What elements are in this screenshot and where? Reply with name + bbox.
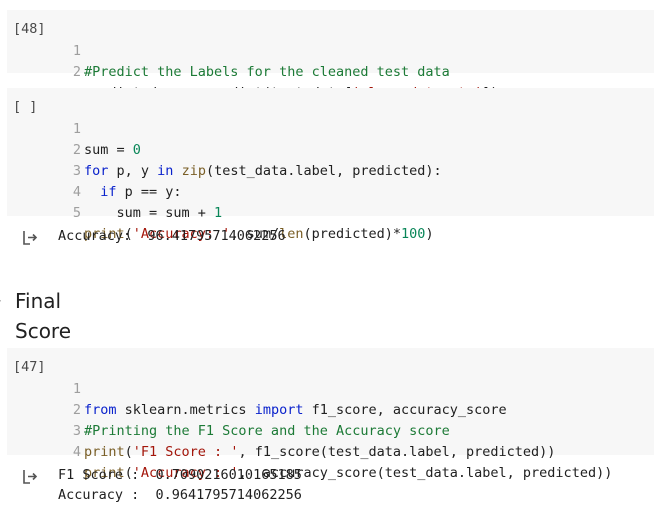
line-number: 2	[72, 64, 81, 80]
code-cell-47[interactable]: [47] 1 from sklearn.metrics import f1_sc…	[7, 348, 654, 481]
code-text: #Predict the Labels for the cleaned test…	[84, 64, 450, 80]
code-text: from sklearn.metrics import f1_score, ac…	[84, 402, 507, 418]
output-arrow-icon[interactable]	[21, 468, 39, 486]
code-line: 2 #Printing the F1 Score and the Accurac…	[7, 379, 450, 439]
code-text: sum = 0	[84, 142, 141, 158]
output-arrow-icon[interactable]	[21, 229, 39, 247]
code-line: 1 from sklearn.metrics import f1_score, …	[7, 358, 507, 418]
line-number: 2	[72, 142, 81, 158]
code-line: 1 #Predict the Labels for the cleaned te…	[7, 20, 450, 80]
output-text: F1 Score : 0.7090216010165185	[58, 467, 302, 483]
line-number: 4	[72, 444, 81, 460]
code-line: 3 print('F1 Score : ', f1_score(test_dat…	[7, 400, 556, 460]
code-line: 2 for p, y in zip(test_data.label, predi…	[7, 119, 442, 179]
code-text: for p, y in zip(test_data.label, predict…	[84, 163, 442, 179]
code-cell-48[interactable]: [48] 1 #Predict the Labels for the clean…	[7, 10, 654, 101]
line-number: 3	[72, 163, 81, 179]
cell-output: F1 Score : 0.7090216010165185 Accuracy :…	[0, 464, 654, 507]
line-number: 1	[72, 381, 81, 397]
code-text: print('F1 Score : ', f1_score(test_data.…	[84, 444, 556, 460]
line-number: 4	[72, 184, 81, 200]
chevron-left-icon[interactable]: ›	[0, 286, 4, 316]
code-line: 5 print('Accuracy: ', sum/len(predicted)…	[7, 182, 434, 242]
code-line: 4 sum = sum + 1	[7, 161, 222, 221]
code-line: 1 sum = 0	[7, 98, 141, 158]
line-number: 1	[72, 43, 81, 59]
code-text: if p == y:	[100, 184, 182, 200]
output-text: Accuracy : 0.9641795714062256	[58, 487, 302, 503]
code-line: 4 print('Accuracy : ', accuracy_score(te…	[7, 421, 612, 481]
code-line: 2 predicted = gs.predict(test_data['clea…	[7, 41, 499, 101]
code-text: #Printing the F1 Score and the Accuracy …	[84, 423, 450, 439]
code-text: sum = sum + 1	[84, 205, 223, 221]
code-cell-accuracy[interactable]: [ ] 1 sum = 0 2 for p, y in zip(test_dat…	[7, 88, 654, 242]
output-text: Accuracy: 96.41795714062256	[58, 228, 286, 244]
line-number: 1	[72, 121, 81, 137]
code-line: 3 if p == y:	[7, 140, 182, 200]
line-number: 3	[72, 423, 81, 439]
cell-output: Accuracy: 96.41795714062256	[0, 225, 654, 249]
section-title: Final Score	[15, 289, 72, 343]
line-number: 2	[72, 402, 81, 418]
line-number: 5	[72, 205, 81, 221]
